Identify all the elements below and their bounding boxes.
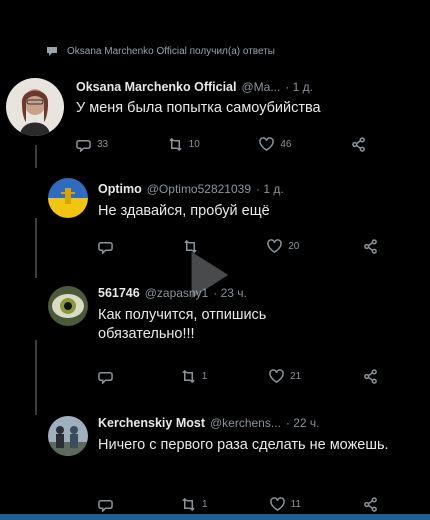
avatar-kerchenskiy[interactable] [48,416,88,456]
retweet-count: 1 [201,370,208,382]
reply-icon [98,241,113,254]
retweet-count: 1 [202,498,208,510]
retweet-button[interactable]: 1 [181,497,208,512]
retweet-button[interactable]: 1 [181,369,208,384]
retweet-button[interactable]: 10 [168,137,200,152]
avatar-optimo[interactable] [48,178,88,218]
tweet-header: Oksana Marchenko Official @Ma... · 1 д. [76,80,313,94]
handle[interactable]: @Optimo52821039 [147,182,251,196]
reply-count: 33 [97,138,109,150]
like-count: 46 [280,138,292,150]
like-button[interactable]: 46 [259,136,292,152]
timestamp[interactable]: · 1 д. [285,80,313,94]
flag-avatar-icon [48,178,88,218]
retweet-icon [182,497,195,511]
timestamp[interactable]: · 1 д. [256,182,284,196]
tweet-optimo[interactable]: Optimo @Optimo52821039 · 1 д. Не здавайс… [0,160,430,260]
like-count: 21 [290,370,302,382]
reply-icon [76,139,91,152]
tweet-text: Как получится, отпишись обязательно!!! [98,307,267,342]
retweet-count: 10 [188,138,200,150]
timestamp[interactable]: · 22 ч. [286,416,320,430]
avatar-portrait-icon [6,78,64,136]
reply-icon [98,371,113,384]
heart-icon [269,496,285,511]
tweet-actions: 1 21 [98,366,378,386]
like-count: 11 [290,498,301,510]
display-name[interactable]: Optimo [98,182,142,196]
people-avatar-icon [48,416,88,456]
handle[interactable]: @Ma... [241,80,280,94]
display-name[interactable]: Kerchenskiy Most [98,416,205,430]
tweet-header: Optimo @Optimo52821039 · 1 д. [98,182,284,196]
share-icon [364,368,377,384]
share-button[interactable] [363,496,378,512]
like-button[interactable]: 21 [269,368,302,384]
like-button[interactable]: 20 [267,238,300,254]
eye-avatar-icon [48,286,88,326]
share-icon [364,238,377,254]
tweet-text: У меня была попытка самоубийства [76,100,321,116]
tweet-header: Kerchenskiy Most @kerchens... · 22 ч. [98,416,319,430]
display-name[interactable]: 561746 [98,286,140,300]
avatar-oksana[interactable] [6,78,64,136]
reply-icon [98,499,113,512]
reply-button[interactable]: 33 [76,137,108,152]
like-button[interactable]: 11 [269,496,301,512]
heart-icon [259,136,275,151]
share-button[interactable] [351,136,366,152]
heart-icon [267,238,283,253]
like-count: 20 [288,240,300,252]
tweet-actions: 33 10 46 [76,134,366,154]
play-icon[interactable] [178,246,236,304]
bottom-progress-bar [0,514,430,520]
share-icon [352,136,365,152]
display-name[interactable]: Oksana Marchenko Official [76,80,236,94]
share-button[interactable] [363,238,378,254]
tweet-text: Ничего с первого раза сделать не можешь. [98,437,389,453]
avatar-561746[interactable] [48,286,88,326]
share-button[interactable] [363,368,378,384]
reply-button[interactable] [98,497,119,512]
retweet-icon [169,137,182,151]
tweet-text: Не здавайся, пробуй ещё [98,203,270,219]
tweet-actions: 20 [98,236,378,256]
tweet-actions: 1 11 [98,494,378,514]
reply-button[interactable] [98,369,119,384]
tweet-kerchenskiy[interactable]: Kerchenskiy Most @kerchens... · 22 ч. Ни… [0,400,430,514]
reply-button[interactable] [98,239,119,254]
share-icon [364,496,377,512]
retweet-icon [182,369,195,383]
heart-icon [269,368,284,383]
handle[interactable]: @kerchens... [210,416,281,430]
tweet-oksana[interactable]: Oksana Marchenko Official @Ma... · 1 д. … [0,0,430,160]
